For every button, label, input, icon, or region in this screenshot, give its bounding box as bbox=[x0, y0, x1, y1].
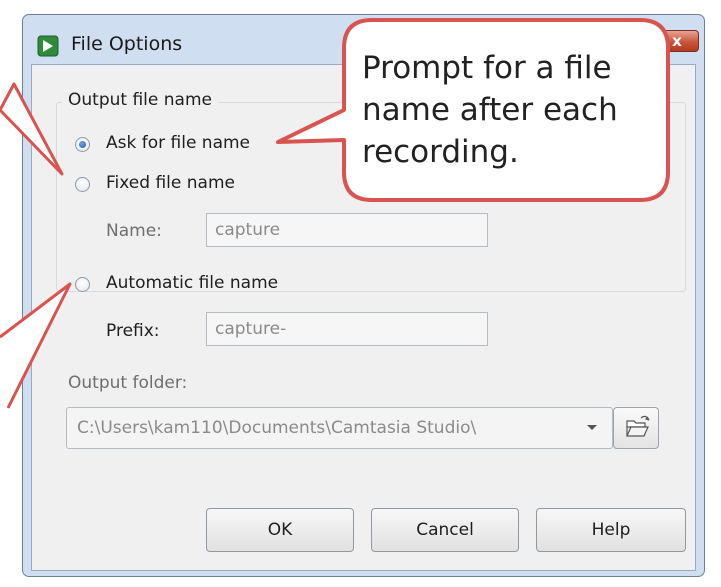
prompt-callout-text: Prompt for a file name after each record… bbox=[362, 47, 618, 173]
callout-pointer-left-lower bbox=[0, 282, 72, 409]
callout-pointer-left-upper bbox=[0, 82, 64, 176]
callout-line: Prompt for a file bbox=[362, 50, 612, 86]
callout-line: recording. bbox=[362, 134, 519, 170]
callout-line: name after each bbox=[362, 92, 618, 128]
